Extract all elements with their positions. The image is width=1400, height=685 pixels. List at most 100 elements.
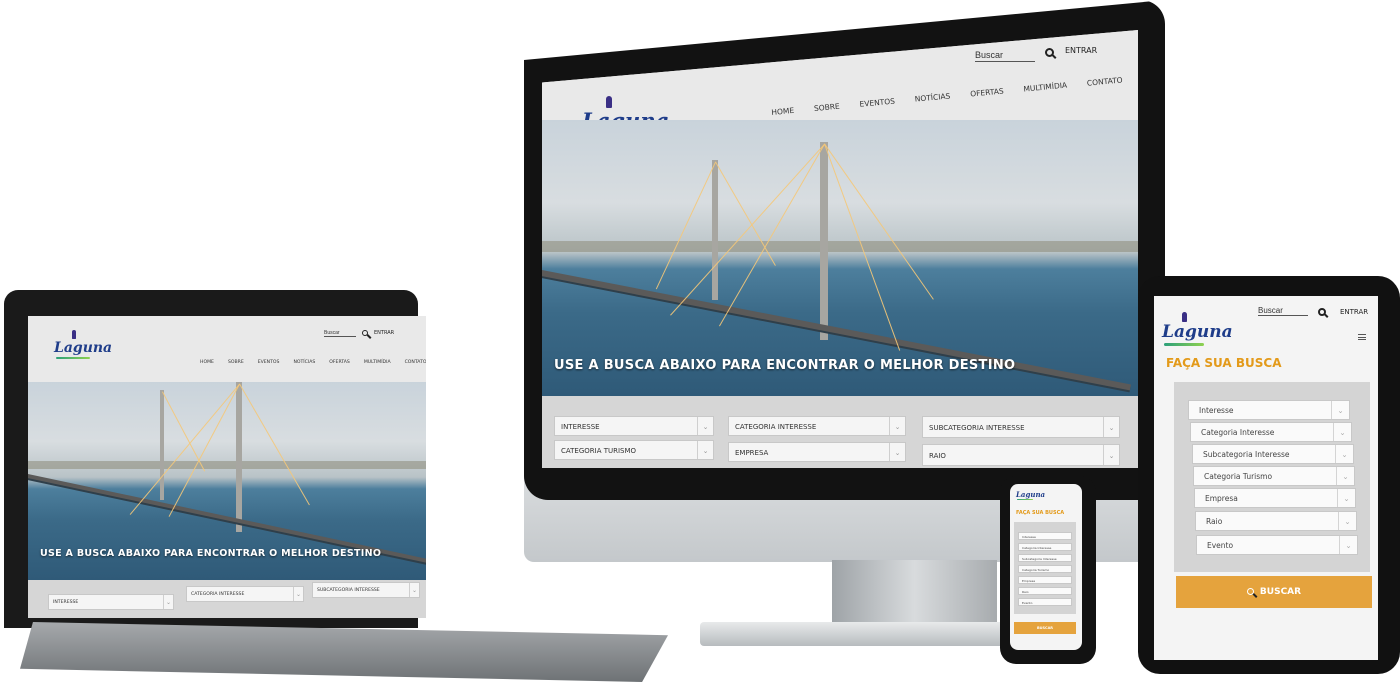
search-icon[interactable]: [362, 330, 368, 336]
filter-label: Raio: [1206, 517, 1223, 526]
filter-categoria-interesse[interactable]: Categoria Interesse: [1018, 543, 1072, 551]
search-icon[interactable]: [1045, 48, 1054, 57]
monitor-screen: Buscar ENTRAR Laguna Home Sobre Eventos …: [542, 30, 1138, 468]
logo-figure-icon: [606, 96, 612, 108]
search-button-label: BUSCAR: [1036, 626, 1053, 630]
hero-horizon: [28, 461, 426, 470]
filter-categoria-interesse[interactable]: Categoria Interesse ⌄: [1190, 422, 1352, 442]
filter-label: Subcategoria Interesse: [929, 424, 1025, 432]
page-title: FAÇA SUA BUSCA: [1166, 356, 1282, 370]
logo-figure-icon: [72, 330, 76, 339]
filter-categoria-interesse[interactable]: Categoria Interesse ⌄: [186, 586, 304, 602]
bridge-cable: [168, 384, 240, 517]
chevron-down-icon: ⌄: [1103, 417, 1119, 437]
filter-subcategoria-interesse[interactable]: Subcategoria Interesse ⌄: [1192, 444, 1354, 464]
chevron-down-icon: ⌄: [889, 443, 905, 461]
device-mockup-stage: Buscar ENTRAR Laguna Home Sobre Eventos …: [0, 0, 1400, 685]
hamburger-menu-icon[interactable]: [1358, 334, 1366, 340]
bridge-cable: [129, 384, 240, 515]
filter-label: Categoria Turismo: [1022, 568, 1050, 572]
nav-sobre[interactable]: Sobre: [228, 360, 244, 365]
filter-subcategoria-interesse[interactable]: Subcategoria Interesse ⌄: [312, 582, 420, 598]
filter-label: Empresa: [1022, 579, 1036, 583]
search-icon[interactable]: [1318, 308, 1326, 316]
filter-label: Subcategoria Interesse: [1022, 557, 1057, 561]
logo-figure-icon: [1182, 312, 1187, 322]
chevron-down-icon: ⌄: [1336, 467, 1354, 485]
filter-subcategoria-interesse[interactable]: Subcategoria Interesse: [1018, 554, 1072, 562]
hero-image: USE A BUSCA ABAIXO PARA ENCONTRAR O MELH…: [542, 120, 1138, 396]
nav-multimidia[interactable]: Multimídia: [364, 360, 391, 365]
main-nav: Home Sobre Eventos Notícias Ofertas Mult…: [200, 360, 426, 365]
filter-raio[interactable]: Raio ⌄: [922, 444, 1120, 466]
filter-label: Categoria Interesse: [191, 592, 245, 597]
filter-empresa[interactable]: Empresa: [1018, 576, 1072, 584]
page-title: FAÇA SUA BUSCA: [1016, 510, 1065, 516]
site-logo[interactable]: Laguna: [54, 330, 113, 359]
search-button[interactable]: BUSCAR: [1014, 622, 1076, 634]
filter-label: Subcategoria Interesse: [317, 588, 380, 593]
filter-interesse[interactable]: Interesse ⌄: [1188, 400, 1350, 420]
search-icon: [1246, 588, 1254, 595]
filter-label: Categoria Interesse: [1201, 428, 1275, 437]
filter-label: Evento: [1022, 601, 1033, 605]
search-button[interactable]: BUSCAR: [1176, 576, 1372, 608]
monitor-stand-foot: [700, 622, 1045, 646]
login-link[interactable]: ENTRAR: [374, 330, 394, 336]
filter-empresa[interactable]: Empresa ⌄: [728, 442, 906, 462]
filter-label: Categoria Interesse: [735, 423, 817, 431]
laptop-screen: Buscar ENTRAR Laguna Home Sobre Eventos …: [28, 316, 426, 618]
filter-label: Interesse: [1199, 406, 1234, 415]
bridge-cable: [719, 144, 825, 327]
filter-label: Categoria Turismo: [561, 447, 637, 455]
filter-categoria-interesse[interactable]: Categoria Interesse ⌄: [728, 416, 906, 436]
brand-name: Laguna: [1162, 322, 1233, 342]
nav-home[interactable]: Home: [200, 360, 214, 365]
search-input[interactable]: Buscar: [324, 330, 356, 337]
chevron-down-icon: ⌄: [1331, 401, 1349, 419]
nav-ofertas[interactable]: Ofertas: [329, 360, 350, 365]
tablet-screen: Buscar ENTRAR Laguna FAÇA SUA BUSCA Inte…: [1154, 296, 1378, 660]
site-logo[interactable]: Laguna: [1162, 312, 1233, 346]
filter-label: Raio: [929, 452, 946, 460]
filter-raio[interactable]: Raio ⌄: [1195, 511, 1357, 531]
chevron-down-icon: ⌄: [1103, 445, 1119, 465]
filter-interesse[interactable]: Interesse: [1018, 532, 1072, 540]
filter-interesse[interactable]: Interesse ⌄: [48, 594, 174, 610]
filter-evento[interactable]: Evento: [1018, 598, 1072, 606]
chevron-down-icon: ⌄: [1339, 536, 1357, 554]
site-logo[interactable]: Laguna: [1016, 490, 1045, 500]
nav-eventos[interactable]: Eventos: [258, 360, 280, 365]
chevron-down-icon: ⌄: [163, 595, 173, 609]
filter-label: Empresa: [735, 449, 769, 457]
login-link[interactable]: ENTRAR: [1065, 46, 1097, 55]
filter-categoria-turismo[interactable]: Categoria Turismo ⌄: [1193, 466, 1355, 486]
hero-tagline: USE A BUSCA ABAIXO PARA ENCONTRAR O MELH…: [554, 358, 1016, 373]
bridge-pylon-left: [712, 160, 718, 300]
bridge-cable: [670, 144, 825, 316]
filter-label: Raio: [1022, 590, 1029, 594]
search-filters: Interesse ⌄ Categoria Interesse ⌄ Subcateg…: [28, 580, 426, 618]
brand-name: Laguna: [54, 340, 113, 356]
filter-label: Interesse: [561, 423, 600, 431]
filter-categoria-turismo[interactable]: Categoria Turismo ⌄: [554, 440, 714, 460]
phone-screen: Laguna FAÇA SUA BUSCA Interesse Categori…: [1010, 484, 1082, 650]
bridge-cable: [655, 162, 716, 290]
chevron-down-icon: ⌄: [697, 441, 713, 459]
hero-tagline: USE A BUSCA ABAIXO PARA ENCONTRAR O MELH…: [40, 548, 382, 559]
nav-noticias[interactable]: Notícias: [293, 360, 315, 365]
search-input[interactable]: Buscar: [1258, 306, 1308, 316]
filter-subcategoria-interesse[interactable]: Subcategoria Interesse ⌄: [922, 416, 1120, 438]
search-filters: Interesse ⌄ Categoria Interesse ⌄ Subcateg…: [542, 396, 1138, 468]
filter-empresa[interactable]: Empresa ⌄: [1194, 488, 1356, 508]
filter-categoria-turismo[interactable]: Categoria Turismo: [1018, 565, 1072, 573]
filter-interesse[interactable]: Interesse ⌄: [554, 416, 714, 436]
search-input[interactable]: Buscar: [975, 50, 1035, 62]
chevron-down-icon: ⌄: [697, 417, 713, 435]
filter-evento[interactable]: Evento ⌄: [1196, 535, 1358, 555]
nav-contato[interactable]: Contato: [405, 360, 426, 365]
filter-label: Categoria Interesse: [1022, 546, 1052, 550]
login-link[interactable]: ENTRAR: [1340, 308, 1368, 316]
filter-label: Interesse: [1022, 535, 1036, 539]
filter-raio[interactable]: Raio: [1018, 587, 1072, 595]
